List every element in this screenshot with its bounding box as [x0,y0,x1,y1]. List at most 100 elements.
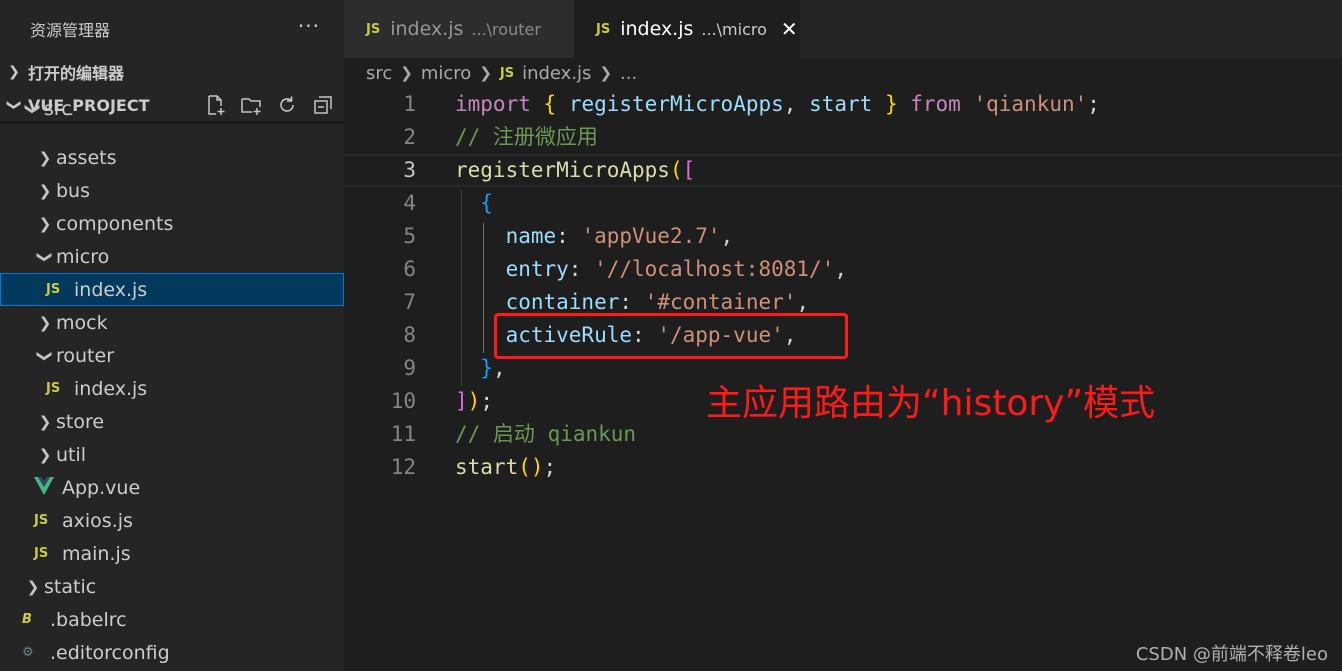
line-number: 3 [403,158,416,182]
tree-folder[interactable]: ❯ assets [0,141,344,174]
tree-item-label: .babelrc [50,608,127,631]
tab-description: ...\router [471,19,541,39]
line-source: name: 'appVue2.7', [455,220,734,253]
code-token: () [518,455,544,479]
tab-router-index[interactable]: JS index.js ...\router [344,0,574,58]
code-token: ( [669,158,683,182]
line-source: start(); [455,451,556,484]
chevron-right-icon: ❯ [8,64,20,80]
tree-file[interactable]: App.vue [0,471,344,504]
chevron-right-icon: ❯ [599,64,613,82]
line-number: 12 [390,455,416,479]
tree-folder[interactable]: ❯ router [0,339,344,372]
tree-item-label: assets [56,146,117,169]
code-token: entry [505,257,569,281]
chevron-down-icon: ❯ [36,250,54,263]
line-number: 10 [390,389,416,413]
tree-file[interactable]: ⚙ .editorconfig [0,636,344,669]
vue-file-icon [34,476,62,499]
line-number: 5 [403,224,416,248]
tree-file[interactable]: JS index.js [0,372,344,405]
code-token: ; [1087,92,1100,116]
code-line[interactable]: 5 name: 'appVue2.7', [344,220,1342,253]
chevron-right-icon: ❯ [38,214,52,233]
code-line[interactable]: 4 { [344,187,1342,220]
tab-label: index.js [390,18,464,40]
tree-item-label: src [44,97,72,120]
tree-file[interactable]: JS main.js [0,537,344,570]
code-token: ; [543,455,557,479]
breadcrumb-item-symbols[interactable]: ... [620,63,637,84]
code-token: , [783,92,810,116]
open-editors-section[interactable]: ❯ 打开的编辑器 [0,57,344,87]
tree-file[interactable]: JS axios.js [0,504,344,537]
chevron-right-icon: ❯ [38,148,52,167]
code-token: start [455,455,519,479]
tree-folder[interactable]: ❯ micro [0,240,344,273]
tree-item-label: mock [56,311,108,334]
js-file-icon: JS [596,21,611,37]
tree-item-label: .editorconfig [50,641,170,664]
tab-label: index.js [620,18,694,40]
code-token: , [492,356,506,380]
tree-folder[interactable]: ❯ static [0,570,344,603]
tree-folder[interactable]: ❯ util [0,438,344,471]
line-number: 7 [403,290,416,314]
breadcrumb-item-micro[interactable]: micro [421,63,471,84]
code-line[interactable]: 6 entry: '//localhost:8081/', [344,253,1342,286]
code-token: 'qiankun' [973,92,1088,116]
tab-micro-index[interactable]: JS index.js ...\micro ✕ [574,0,800,58]
line-number: 1 [403,92,416,116]
code-line[interactable]: 1 import { registerMicroApps, start } fro… [344,88,1342,121]
js-file-icon: JS [366,21,381,37]
explorer-header: 资源管理器 ··· [0,0,344,58]
code-token: 'appVue2.7' [581,224,721,248]
code-token: registerMicroApps [568,92,784,116]
tree-item-label: axios.js [62,509,133,532]
annotation-text: 主应用路由为“history”模式 [706,383,1156,424]
tree-item-label: main.js [62,542,131,565]
code-line[interactable]: 12 start(); [344,451,1342,484]
tree-file[interactable]: B .babelrc [0,603,344,636]
code-line[interactable]: 3 registerMicroApps([ [344,154,1342,187]
code-token: : [619,290,645,314]
watermark: CSDN @前端不释卷leo [1135,644,1328,665]
tree-folder[interactable]: ❯ bus [0,174,344,207]
tree-file[interactable]: JS index.js [0,273,344,306]
code-token: : [556,224,582,248]
code-token: : [568,257,595,281]
code-token: [ [682,158,696,182]
code-token: '//localhost:8081/' [594,257,835,281]
close-icon[interactable]: ✕ [781,17,798,41]
code-token: container [505,290,620,314]
code-token: import [455,92,531,116]
tree-folder[interactable]: ❯ store [0,405,344,438]
line-source: ]); [455,385,493,418]
chevron-down-icon: ❯ [36,349,54,362]
tree-item-label: bus [56,179,91,202]
chevron-right-icon: ❯ [38,445,52,464]
chevron-right-icon: ❯ [26,577,40,596]
tree-item-label: index.js [74,278,148,301]
tree-folder[interactable]: ❯ mock [0,306,344,339]
tree-item-label: index.js [74,377,148,400]
tree-item-label: router [56,344,115,367]
line-source: registerMicroApps([ [455,156,695,185]
open-editors-label: 打开的编辑器 [28,64,125,83]
breadcrumb-item-src[interactable]: src [366,63,392,84]
more-actions-icon[interactable]: ··· [298,14,320,38]
line-number: 6 [403,257,416,281]
tree-item-label: App.vue [62,476,141,499]
line-number: 2 [403,125,416,149]
tree-folder[interactable]: ❯ components [0,207,344,240]
code-line[interactable]: 2 // 注册微应用 [344,121,1342,154]
breadcrumb-item-file[interactable]: index.js [522,63,591,84]
line-number: 9 [403,356,416,380]
tab-description: ...\micro [701,19,767,39]
